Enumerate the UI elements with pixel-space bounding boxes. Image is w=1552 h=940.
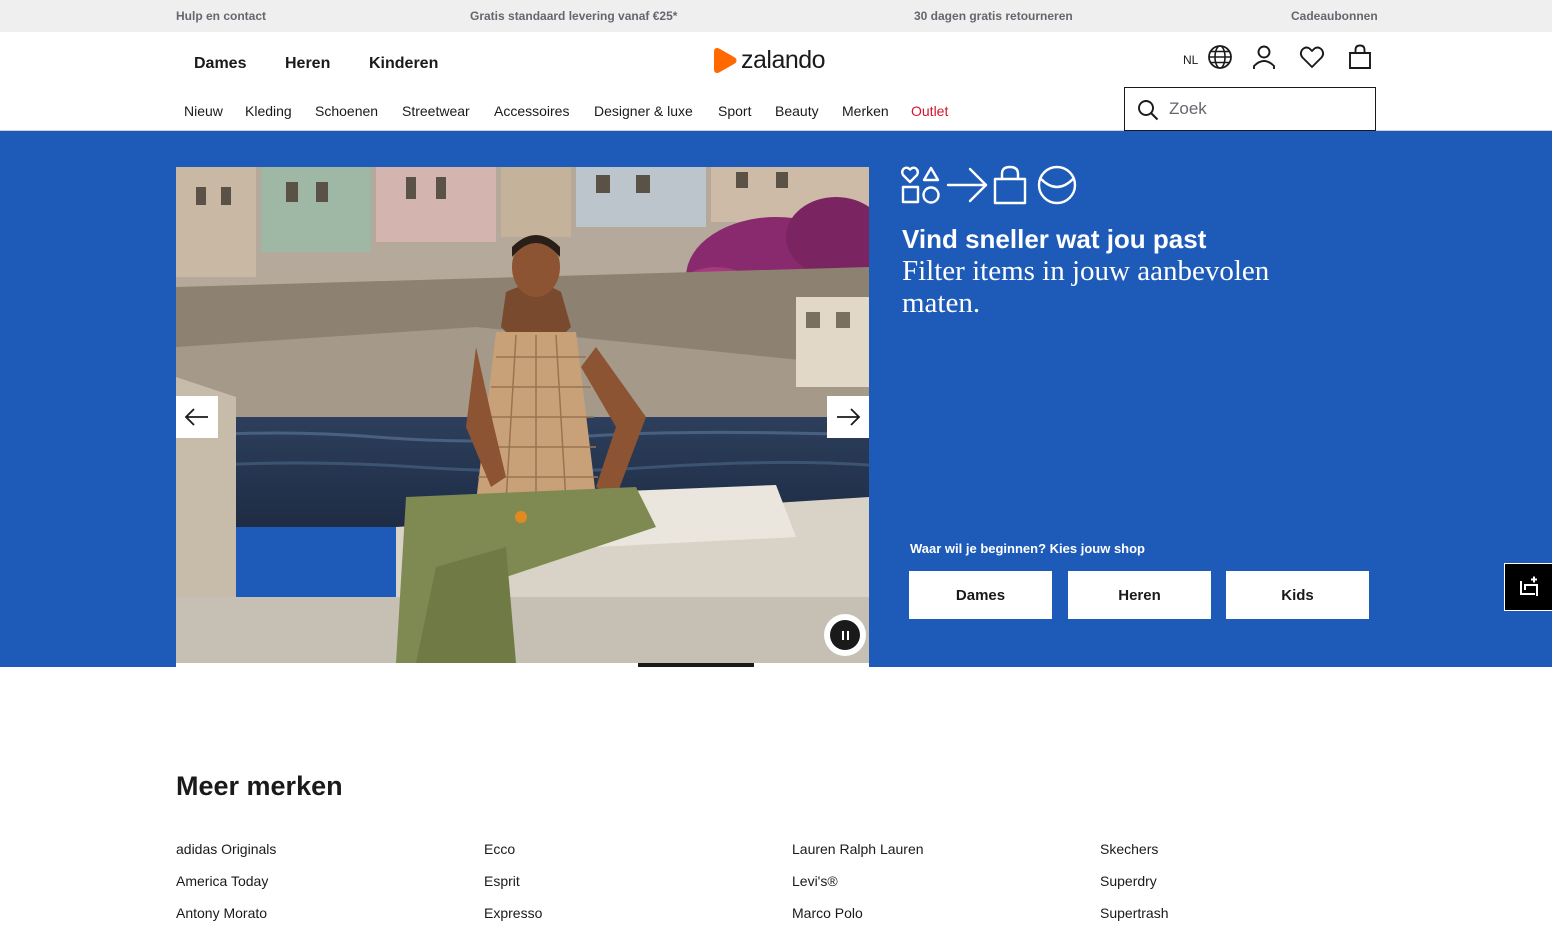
square-shape-icon — [901, 185, 920, 204]
category-sport[interactable]: Sport — [718, 103, 751, 119]
brand-column-1: adidas Originals America Today Antony Mo… — [176, 841, 276, 937]
shop-kids-button[interactable]: Kids — [1226, 571, 1369, 619]
choose-shop-label: Waar wil je beginnen? Kies jouw shop — [910, 541, 1145, 556]
feedback-icon — [1519, 576, 1538, 596]
brand-link[interactable]: Superdry — [1100, 873, 1168, 905]
utility-bar: Hulp en contact Gratis standaard leverin… — [0, 0, 1552, 32]
brand-link[interactable]: adidas Originals — [176, 841, 276, 873]
heart-icon[interactable] — [1299, 44, 1325, 70]
hero-progress-track — [176, 663, 869, 667]
gender-tab-kids[interactable]: Kinderen — [369, 55, 438, 73]
category-beauty[interactable]: Beauty — [775, 103, 819, 119]
feedback-widget-button[interactable] — [1504, 563, 1552, 611]
hero-photo — [176, 167, 869, 663]
brand-link[interactable]: Levi's® — [792, 873, 924, 905]
brand-link[interactable]: Ecco — [484, 841, 542, 873]
category-brands[interactable]: Merken — [842, 103, 889, 119]
arrow-right-icon — [837, 408, 861, 426]
hero-subtitle: Filter items in jouw aanbevolen maten. — [902, 255, 1270, 319]
site-header: Dames Heren Kinderen zalando NL Nieuw Kl… — [0, 32, 1552, 131]
arrow-right-promo-icon — [946, 167, 988, 203]
gender-tab-men[interactable]: Heren — [285, 55, 330, 73]
search-icon — [1138, 100, 1159, 121]
brand-link[interactable]: Esprit — [484, 873, 542, 905]
user-icon[interactable] — [1251, 44, 1277, 70]
brand-column-3: Lauren Ralph Lauren Levi's® Marco Polo — [792, 841, 924, 937]
carousel-prev-button[interactable] — [176, 396, 218, 438]
carousel-next-button[interactable] — [827, 396, 869, 438]
hero-progress-indicator — [638, 663, 754, 667]
search-box[interactable] — [1124, 87, 1376, 131]
help-contact-link[interactable]: Hulp en contact — [176, 9, 266, 23]
gender-tab-women[interactable]: Dames — [194, 55, 246, 73]
arrow-left-icon — [184, 408, 208, 426]
envelope-promo-icon — [1037, 165, 1077, 205]
gift-cards-link[interactable]: Cadeaubonnen — [1291, 9, 1378, 23]
circle-shape-icon — [922, 186, 940, 204]
promo-icons — [901, 165, 1077, 205]
free-shipping-note[interactable]: Gratis standaard levering vanaf €25* — [470, 9, 677, 23]
brand-column-2: Ecco Esprit Expresso — [484, 841, 542, 937]
zalando-logo-icon — [714, 47, 737, 73]
brand-link[interactable]: America Today — [176, 873, 276, 905]
brand-link[interactable]: Antony Morato — [176, 905, 276, 937]
brand-link[interactable]: Supertrash — [1100, 905, 1168, 937]
brand-link[interactable]: Skechers — [1100, 841, 1168, 873]
search-input[interactable] — [1169, 88, 1369, 130]
hero-title: Vind sneller wat jou past — [902, 224, 1207, 254]
free-returns-note[interactable]: 30 dagen gratis retourneren — [914, 9, 1073, 23]
more-brands-title: Meer merken — [176, 771, 343, 801]
hero-image[interactable] — [176, 167, 869, 663]
category-streetwear[interactable]: Streetwear — [402, 103, 470, 119]
category-clothing[interactable]: Kleding — [245, 103, 292, 119]
globe-icon[interactable] — [1207, 44, 1233, 70]
shop-women-button[interactable]: Dames — [909, 571, 1052, 619]
zalando-logo[interactable]: zalando — [713, 45, 826, 74]
category-accessories[interactable]: Accessoires — [494, 103, 569, 119]
brand-link[interactable]: Lauren Ralph Lauren — [792, 841, 924, 873]
bag-icon[interactable] — [1347, 44, 1373, 70]
category-designer-luxury[interactable]: Designer & luxe — [594, 103, 693, 119]
language-selector[interactable]: NL — [1183, 53, 1198, 67]
category-shoes[interactable]: Schoenen — [315, 103, 378, 119]
logo-wordmark: zalando — [741, 45, 826, 74]
hero-banner: Vind sneller wat jou past Filter items i… — [0, 131, 1552, 667]
triangle-shape-icon — [922, 166, 940, 182]
carousel-pause-button[interactable] — [824, 614, 866, 656]
pause-icon — [830, 620, 860, 650]
brand-link[interactable]: Marco Polo — [792, 905, 924, 937]
brand-column-4: Skechers Superdry Supertrash — [1100, 841, 1168, 937]
brand-link[interactable]: Expresso — [484, 905, 542, 937]
category-new[interactable]: Nieuw — [184, 103, 223, 119]
shop-men-button[interactable]: Heren — [1068, 571, 1211, 619]
shopping-bag-promo-icon — [993, 165, 1027, 205]
heart-shape-icon — [901, 166, 919, 184]
category-outlet[interactable]: Outlet — [911, 103, 948, 119]
